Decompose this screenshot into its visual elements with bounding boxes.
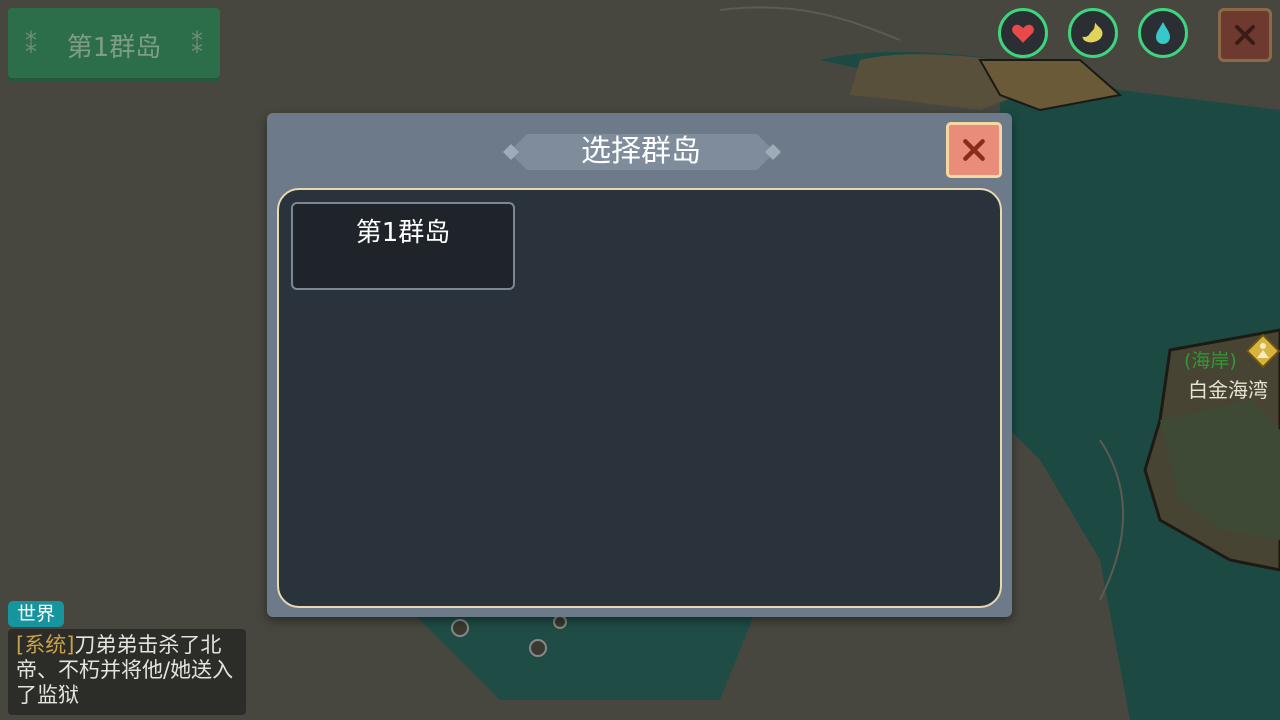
close-icon xyxy=(963,139,985,161)
island-option[interactable]: 第1群岛 xyxy=(291,202,515,290)
island-list: 第1群岛 xyxy=(277,188,1002,608)
top-close-button[interactable] xyxy=(1218,8,1272,62)
hunger-status[interactable] xyxy=(1068,8,1118,58)
game-screen: ⁑ 第1群岛 ⁑ (海岸) 白金海湾 选择群岛 第1群岛 世界 [系统]刀弟弟击… xyxy=(0,0,1280,720)
water-drop-icon xyxy=(1156,22,1170,44)
select-island-dialog: 选择群岛 第1群岛 xyxy=(267,113,1012,617)
stomach-icon xyxy=(1082,22,1103,43)
ornament-left-icon: ⁑ xyxy=(25,31,37,59)
thirst-status[interactable] xyxy=(1138,8,1188,58)
ornament-right-icon: ⁑ xyxy=(191,31,203,59)
dialog-title-bar: 选择群岛 xyxy=(501,131,781,173)
health-status[interactable] xyxy=(998,8,1048,58)
region-button[interactable]: ⁑ 第1群岛 ⁑ xyxy=(8,8,220,82)
close-icon xyxy=(1235,25,1255,45)
dialog-close-button[interactable] xyxy=(946,122,1002,178)
chat-log[interactable]: [系统]刀弟弟击杀了北帝、不朽并将他/她送入了监狱 xyxy=(8,629,246,715)
chat-system-tag: [系统] xyxy=(16,633,75,657)
dialog-title: 选择群岛 xyxy=(581,134,701,169)
region-button-label: 第1群岛 xyxy=(66,32,162,63)
heart-icon xyxy=(1012,24,1034,43)
warning-sign-icon[interactable] xyxy=(1246,334,1280,368)
island-option-label: 第1群岛 xyxy=(355,218,451,248)
map-poi-tag: (海岸) xyxy=(1184,350,1237,372)
map-poi-name[interactable]: 白金海湾 xyxy=(1188,374,1268,403)
chat-channel-tab[interactable]: 世界 xyxy=(8,601,64,627)
